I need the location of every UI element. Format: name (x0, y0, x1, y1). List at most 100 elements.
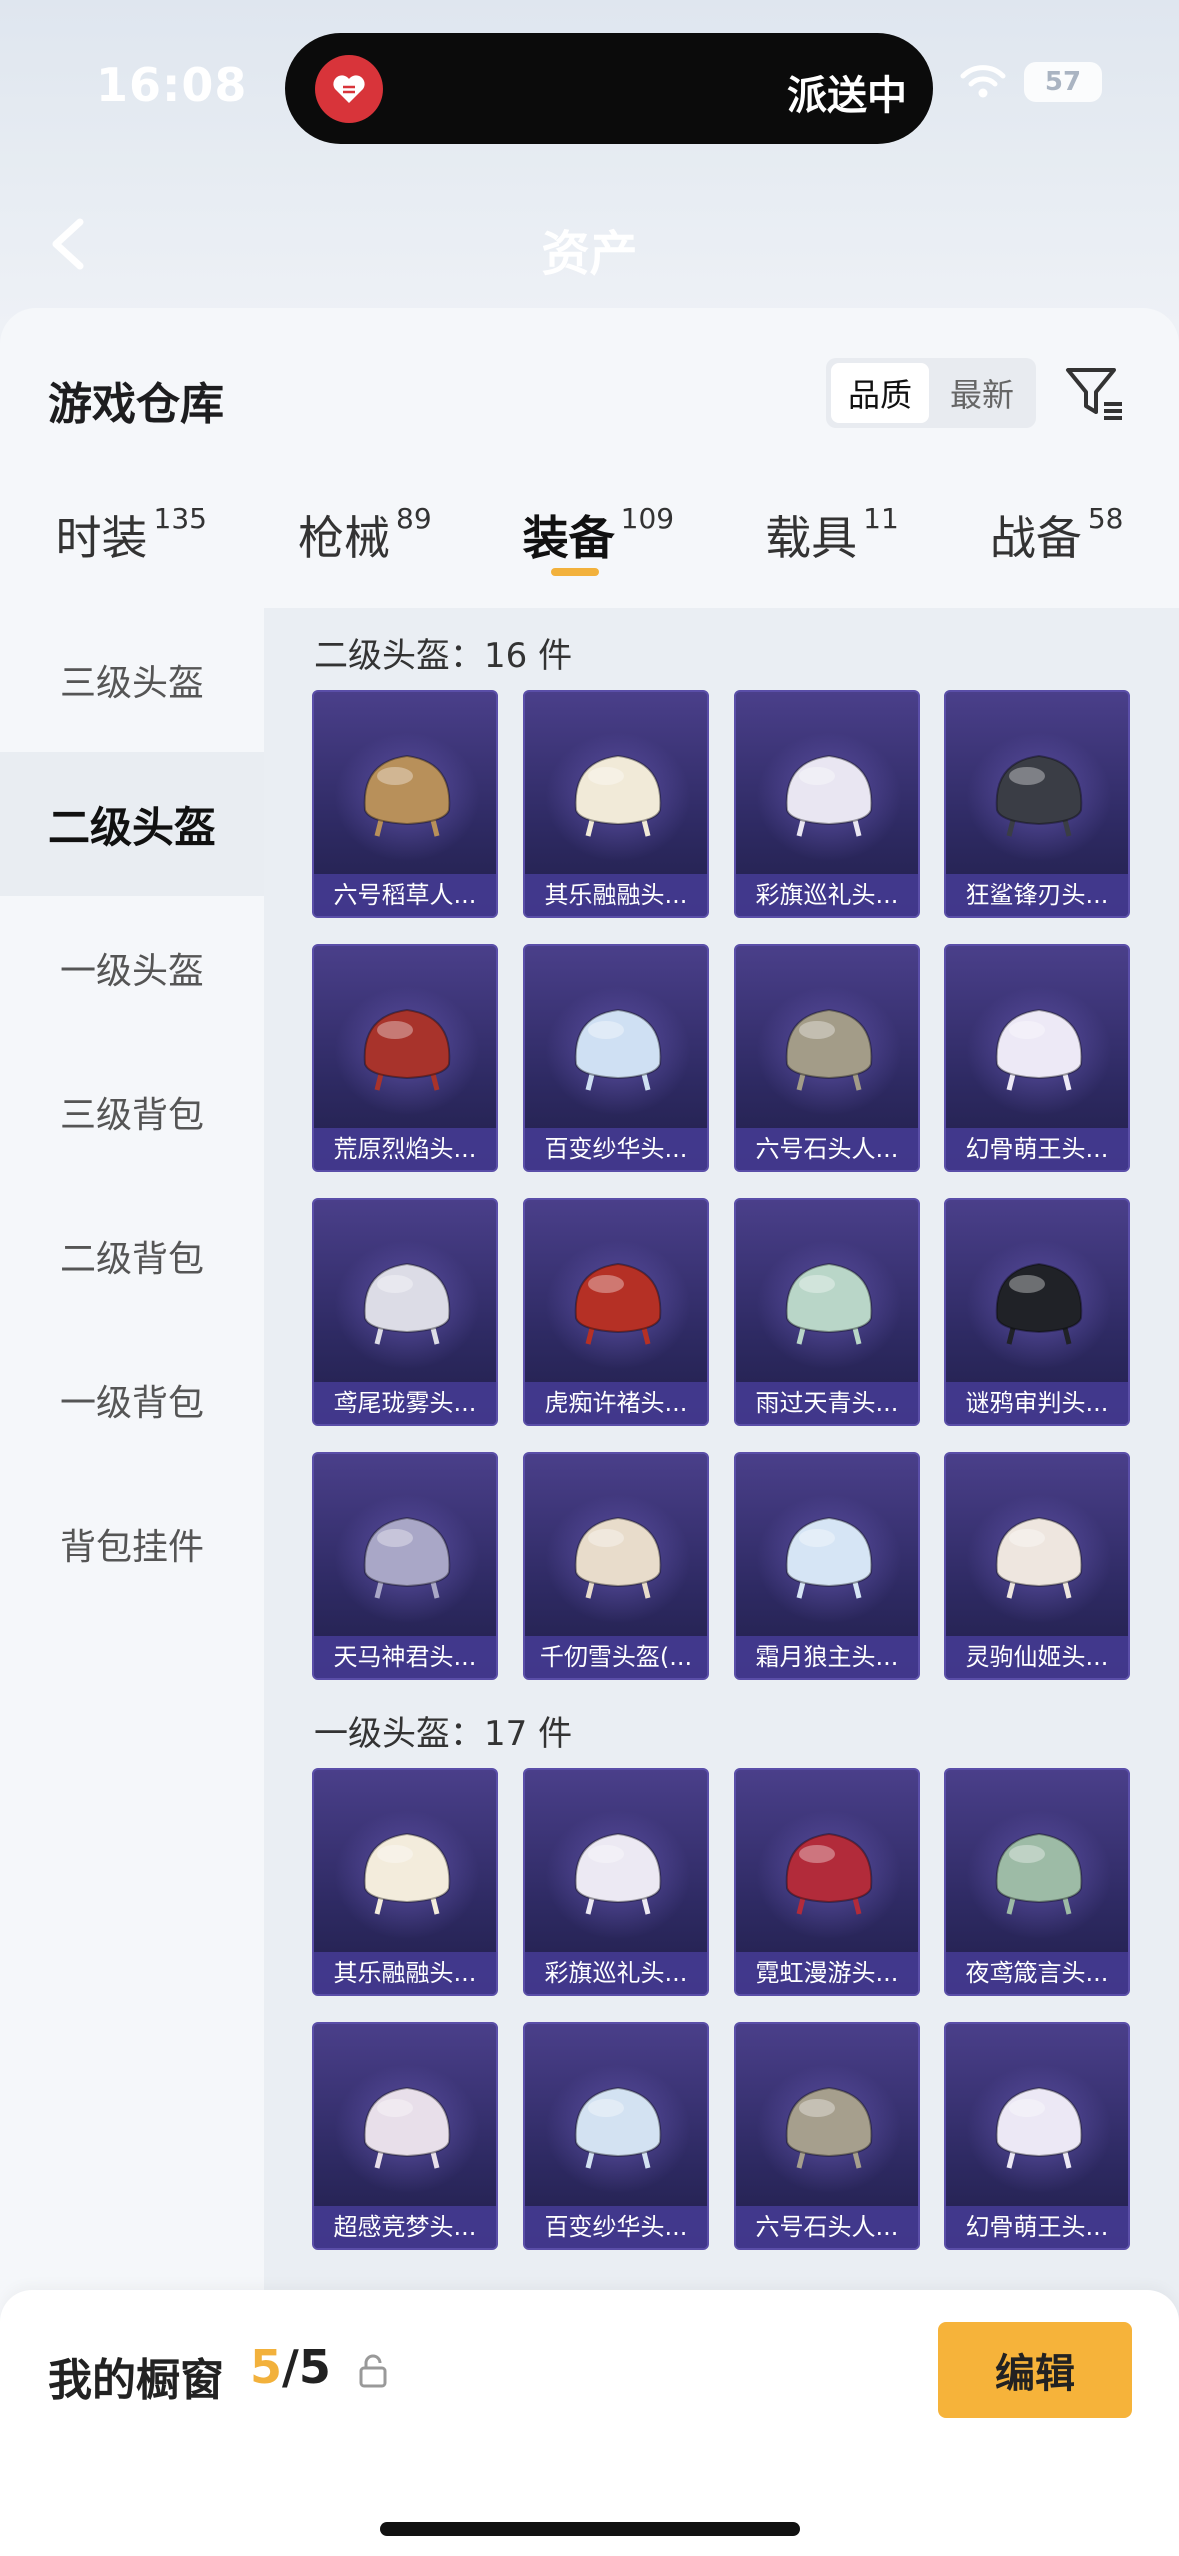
sidebar-item-level2-helmet[interactable]: 二级头盔 (0, 752, 264, 896)
item-name: 鸢尾珑雾头... (314, 1382, 496, 1424)
delivery-app-icon (315, 55, 383, 123)
item-card[interactable]: 霓虹漫游头... (734, 1768, 920, 1996)
item-card[interactable]: 夜鸢箴言头... (944, 1768, 1130, 1996)
item-name: 狂鲨锋刃头... (946, 874, 1128, 916)
category-tabs: 时装 135 枪械 89 装备 109 载具 11 战备 58 (0, 498, 1179, 598)
helmet-icon (995, 1262, 1083, 1345)
sidebar-item-backpack-charm[interactable]: 背包挂件 (0, 1472, 264, 1616)
helmet-icon (574, 1516, 662, 1599)
helmet-icon (995, 1516, 1083, 1599)
section-title: 二级头盔：16 件 (314, 636, 573, 676)
item-card[interactable]: 彩旗巡礼头... (523, 1768, 709, 1996)
item-card[interactable]: 其乐融融头... (523, 690, 709, 918)
sidebar-item-level1-backpack[interactable]: 一级背包 (0, 1328, 264, 1472)
item-card[interactable]: 六号石头人... (734, 2022, 920, 2250)
helmet-icon (363, 1832, 451, 1915)
helmet-icon (785, 1516, 873, 1599)
sort-quality-button[interactable]: 品质 (831, 363, 929, 423)
item-card[interactable]: 其乐融融头... (312, 1768, 498, 1996)
item-card[interactable]: 虎痴许褚头... (523, 1198, 709, 1426)
sort-toggle: 品质 最新 (826, 358, 1036, 428)
showcase-label: 我的橱窗 (48, 2355, 224, 2406)
item-card[interactable]: 霜月狼主头... (734, 1452, 920, 1680)
filter-icon[interactable] (1062, 360, 1128, 426)
item-card[interactable]: 狂鲨锋刃头... (944, 690, 1130, 918)
helmet-icon (785, 1262, 873, 1345)
item-name: 雨过天青头... (736, 1382, 918, 1424)
item-card[interactable]: 彩旗巡礼头... (734, 690, 920, 918)
item-card[interactable]: 百变纱华头... (523, 944, 709, 1172)
sort-newest-button[interactable]: 最新 (933, 363, 1031, 423)
tab-count: 89 (396, 502, 432, 535)
dynamic-island[interactable]: 派送中 (285, 33, 933, 144)
wifi-icon (960, 65, 1006, 98)
item-name: 天马神君头... (314, 1636, 496, 1678)
item-card[interactable]: 雨过天青头... (734, 1198, 920, 1426)
helmet-icon (574, 754, 662, 837)
helmet-icon (363, 2086, 451, 2169)
tab-firearms[interactable]: 枪械 89 (298, 498, 432, 598)
helmet-icon (363, 1516, 451, 1599)
item-name: 谜鸦审判头... (946, 1382, 1128, 1424)
item-name: 超感竞梦头... (314, 2206, 496, 2248)
item-card[interactable]: 六号石头人... (734, 944, 920, 1172)
lock-icon (359, 2354, 387, 2388)
page-title: 资产 (541, 226, 638, 282)
helmet-icon (995, 2086, 1083, 2169)
helmet-icon (995, 1008, 1083, 1091)
sidebar-item-level3-backpack[interactable]: 三级背包 (0, 1040, 264, 1184)
item-card[interactable]: 灵驹仙姬头... (944, 1452, 1130, 1680)
item-card[interactable]: 荒原烈焰头... (312, 944, 498, 1172)
item-card[interactable]: 千仞雪头盔(... (523, 1452, 709, 1680)
item-name: 幻骨萌王头... (946, 1128, 1128, 1170)
item-card[interactable]: 天马神君头... (312, 1452, 498, 1680)
sidebar-item-level2-backpack[interactable]: 二级背包 (0, 1184, 264, 1328)
helmet-icon (785, 2086, 873, 2169)
tab-fashion[interactable]: 时装 135 (56, 498, 207, 598)
showcase-bar: 我的橱窗 5/5 编辑 (0, 2290, 1179, 2556)
helmet-icon (785, 1008, 873, 1091)
section-title: 一级头盔：17 件 (314, 1714, 573, 1754)
tab-vehicles[interactable]: 载具 11 (765, 498, 899, 598)
item-name: 灵驹仙姬头... (946, 1636, 1128, 1678)
tab-combat-supplies[interactable]: 战备 58 (990, 498, 1124, 598)
item-grid-area[interactable]: 二级头盔：16 件 一级头盔：17 件 六号稻草人... 其乐融融头... 彩旗巡礼… (264, 608, 1179, 2408)
item-name: 荒原烈焰头... (314, 1128, 496, 1170)
item-name: 其乐融融头... (314, 1952, 496, 1994)
item-card[interactable]: 谜鸦审判头... (944, 1198, 1130, 1426)
tab-label: 战备 (989, 511, 1082, 565)
item-card[interactable]: 幻骨萌王头... (944, 944, 1130, 1172)
item-card[interactable]: 六号稻草人... (312, 690, 498, 918)
item-name: 六号稻草人... (314, 874, 496, 916)
tab-label: 装备 (522, 511, 615, 565)
helmet-icon (785, 1832, 873, 1915)
item-name: 彩旗巡礼头... (525, 1952, 707, 1994)
item-card[interactable]: 鸢尾珑雾头... (312, 1198, 498, 1426)
tab-equipment[interactable]: 装备 109 (523, 498, 674, 598)
showcase-total: /5 (282, 2340, 331, 2394)
item-name: 霜月狼主头... (736, 1636, 918, 1678)
item-name: 夜鸢箴言头... (946, 1952, 1128, 1994)
helmet-icon (995, 1832, 1083, 1915)
item-card[interactable]: 幻骨萌王头... (944, 2022, 1130, 2250)
sidebar-item-level3-helmet[interactable]: 三级头盔 (0, 608, 264, 752)
edit-button[interactable]: 编辑 (938, 2322, 1132, 2418)
item-card[interactable]: 百变纱华头... (523, 2022, 709, 2250)
item-name: 虎痴许褚头... (525, 1382, 707, 1424)
home-indicator (380, 2522, 800, 2536)
helmet-icon (363, 1262, 451, 1345)
item-name: 彩旗巡礼头... (736, 874, 918, 916)
item-name: 千仞雪头盔(... (525, 1636, 707, 1678)
item-name: 百变纱华头... (525, 1128, 707, 1170)
status-indicators: 57 (960, 62, 1102, 102)
island-status-text: 派送中 (787, 73, 907, 119)
tab-count: 11 (863, 502, 899, 535)
helmet-icon (363, 1008, 451, 1091)
item-name: 其乐融融头... (525, 874, 707, 916)
helmet-icon (995, 754, 1083, 837)
sidebar-item-level1-helmet[interactable]: 一级头盔 (0, 896, 264, 1040)
status-time: 16:08 (96, 58, 248, 112)
helmet-icon (785, 754, 873, 837)
showcase-current: 5 (250, 2340, 283, 2394)
item-card[interactable]: 超感竞梦头... (312, 2022, 498, 2250)
